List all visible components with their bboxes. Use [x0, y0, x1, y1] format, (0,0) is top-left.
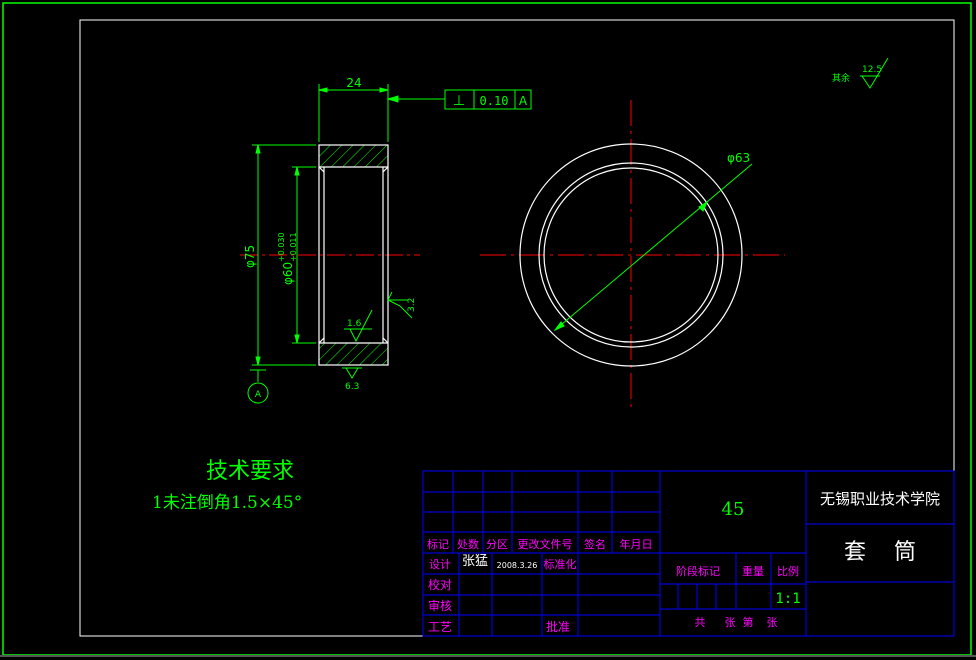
- datum-letter: A: [255, 390, 262, 400]
- end-view: φ63: [480, 100, 785, 408]
- chamfer-bl: [318, 337, 325, 344]
- scale-value: 1:1: [775, 591, 800, 607]
- chamfer-tl: [318, 166, 325, 173]
- hdr-mark: 标记: [427, 537, 449, 551]
- rest-roughness: 其余 12.5: [832, 57, 889, 89]
- approve-label: 批准: [546, 619, 570, 634]
- row-design-label: 设计: [429, 558, 451, 571]
- roughness-1-6: 1.6: [347, 319, 362, 329]
- weight-label: 重量: [742, 564, 764, 578]
- review-label: 审核: [428, 598, 452, 613]
- chamfer-br: [382, 337, 389, 344]
- stage-label: 阶段标记: [676, 564, 720, 578]
- sheets-di: 第: [743, 615, 754, 629]
- scale-label: 比例: [777, 564, 799, 578]
- dim-63-text: φ63: [727, 151, 750, 165]
- hdr-doc-no: 更改文件号: [518, 537, 573, 551]
- hdr-count: 处数: [457, 538, 479, 551]
- fcf-datum: A: [519, 94, 528, 108]
- tech-req-title: 技术要求: [206, 459, 294, 484]
- fcf-value: 0.10: [480, 94, 509, 108]
- process-label: 工艺: [428, 620, 452, 634]
- designer-name: 张猛: [462, 554, 488, 569]
- design-date: 2008.3.26: [497, 561, 538, 570]
- rest-value: 12.5: [862, 65, 882, 75]
- chamfer-tr: [382, 166, 389, 173]
- sheets-zhang-2: 张: [767, 616, 778, 629]
- sheets-total: 共: [695, 616, 706, 629]
- dim-60-text: φ60: [281, 262, 295, 285]
- top-wall-hatch: [319, 145, 388, 167]
- rest-label: 其余: [832, 72, 850, 84]
- fcf-arrow: [386, 95, 399, 103]
- check-label: 校对: [428, 577, 452, 592]
- dim24-arrow-right: [379, 87, 389, 93]
- roughness-3-2: 3.2: [407, 298, 417, 312]
- dim-24-text: 24: [346, 76, 361, 90]
- dim75-arrow-top: [255, 144, 261, 154]
- perpendicularity-icon: ⊥: [453, 93, 465, 109]
- bottom-wall-hatch: [319, 343, 388, 365]
- dim60-arrow-top: [294, 166, 300, 176]
- section-view: 24 ⊥ 0.10 A φ75 φ60 +0.030 +0.011 3.2 1.…: [240, 76, 532, 404]
- dim24-arrow-left: [318, 87, 328, 93]
- ra63-symbol-icon: [345, 367, 359, 379]
- dim-60-tol-upper: +0.030: [277, 232, 286, 262]
- std-label: 标准化: [544, 557, 577, 571]
- cad-drawing-sheet: 24 ⊥ 0.10 A φ75 φ60 +0.030 +0.011 3.2 1.…: [0, 2, 976, 657]
- roughness-6-3: 6.3: [345, 382, 359, 392]
- sheets-zhang-1: 张: [725, 616, 736, 629]
- ra32-symbol-icon: [387, 291, 401, 307]
- hdr-zone: 分区: [486, 538, 508, 551]
- hdr-sign: 签名: [584, 537, 606, 551]
- dim-75-text: φ75: [243, 245, 257, 268]
- hdr-date: 年月日: [620, 537, 653, 551]
- dim60-arrow-bottom: [294, 334, 300, 344]
- institution-name: 无锡职业技术学院: [820, 490, 940, 508]
- dim-60-tol-lower: +0.011: [289, 232, 298, 262]
- part-name: 套 筒: [844, 540, 916, 565]
- dim75-arrow-bottom: [255, 356, 261, 366]
- tech-req-item-1: 1未注倒角1.5×45°: [152, 493, 302, 513]
- material-value: 45: [722, 499, 745, 520]
